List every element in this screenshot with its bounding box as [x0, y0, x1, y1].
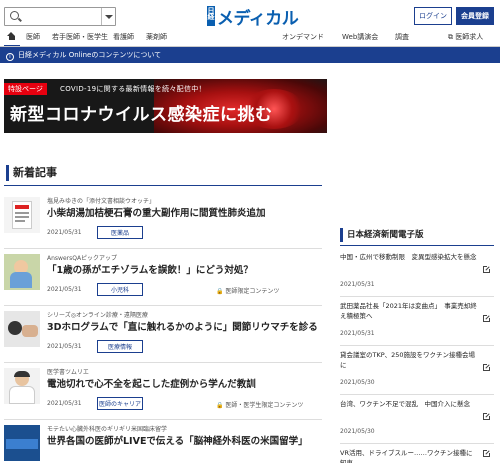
covid-banner[interactable]: 特設ページ COVID-19に関する最新情報を続々配信中！ 新型コロナウイルス感…: [4, 79, 327, 133]
news-title[interactable]: VR活用、ドライブスルー……ワクチン接種に知恵: [340, 448, 478, 463]
news-item[interactable]: 武田薬品社長「2021年は変曲点」 事業売却終え積極策へ 2021/05/31: [340, 301, 494, 347]
members-only-label: 医師・医学生限定コンテンツ: [225, 402, 304, 409]
external-link-icon: [483, 412, 491, 420]
article-thumbnail: [4, 254, 40, 290]
news-divider: [340, 345, 494, 346]
external-link-icon: [483, 363, 491, 371]
news-divider: [340, 443, 494, 444]
external-link-icon: [483, 449, 491, 457]
members-only-note: 🔒 医師限定コンテンツ: [216, 286, 279, 295]
sidebar-divider: [340, 245, 494, 246]
news-item[interactable]: 貸会議室のTKP、250施設をワクチン接種会場に 2021/05/30: [340, 350, 494, 396]
news-date: 2021/05/30: [340, 428, 375, 435]
news-date: 2021/05/31: [340, 330, 375, 337]
article-item[interactable]: モテたい心臓外科医のギリギリ米国臨床留学 世界各国の医師がLIVEで伝える「脳神…: [4, 420, 322, 463]
news-divider: [340, 394, 494, 395]
sidebar-title: 日本経済新聞電子版: [340, 228, 424, 242]
search-icon: [10, 11, 19, 20]
news-item[interactable]: 台湾、ワクチン不足で混乱 中国介入に懸念 2021/05/30: [340, 399, 494, 445]
article-item[interactable]: 医学書ツムリエ 電池切れで心不全を起こした症例から学んだ教訓 2021/05/3…: [4, 363, 322, 420]
banner-tag: 特設ページ: [4, 83, 47, 95]
article-title[interactable]: 小柴胡湯加桔梗石膏の重大副作用に間質性肺炎追加: [47, 205, 266, 219]
news-date: 2021/05/30: [340, 379, 375, 386]
home-icon[interactable]: [7, 32, 16, 41]
article-thumbnail: [4, 425, 40, 461]
notice-bar[interactable]: i 日経メディカル Onlineのコンテンツについて: [0, 47, 500, 63]
nav-item-doctor[interactable]: 医師: [26, 32, 40, 42]
article-thumbnail: [4, 311, 40, 347]
article-tag[interactable]: 医療情報: [97, 340, 143, 353]
article-category[interactable]: AnswersQAピックアップ: [47, 253, 117, 262]
article-tag[interactable]: 医師のキャリア: [97, 397, 143, 410]
article-date: 2021/05/31: [47, 229, 82, 236]
nav-item-nurse[interactable]: 看護師: [113, 32, 134, 42]
news-title[interactable]: 貸会議室のTKP、250施設をワクチン接種会場に: [340, 350, 478, 370]
external-link-icon: ⧉: [448, 33, 453, 41]
news-date: 2021/05/31: [340, 281, 375, 288]
lock-icon: 🔒: [216, 402, 224, 409]
nav-item-web-lecture[interactable]: Web講演会: [342, 32, 378, 42]
article-date: 2021/05/31: [47, 400, 82, 407]
nav-item-jobs-label: 医師求人: [455, 33, 484, 41]
members-only-note: 🔒 医師・医学生限定コンテンツ: [216, 400, 303, 409]
news-item[interactable]: VR活用、ドライブスルー……ワクチン接種に知恵: [340, 448, 494, 463]
article-item[interactable]: 塩見みゆきの「添付文書相談ウオッチ」 小柴胡湯加桔梗石膏の重大副作用に間質性肺炎…: [4, 192, 322, 249]
logo-name: メディカル: [217, 8, 299, 29]
main-nav: 医師 若手医師・医学生 看護師 薬剤師 オンデマンド Web講演会 調査 ⧉ 医…: [0, 30, 500, 44]
article-thumbnail: [4, 197, 40, 233]
nav-item-jobs[interactable]: ⧉ 医師求人: [448, 32, 483, 42]
nav-item-young-doctor[interactable]: 若手医師・医学生: [52, 32, 108, 42]
section-title: 新着記事: [6, 165, 57, 181]
members-only-label: 医師限定コンテンツ: [225, 288, 280, 295]
article-item[interactable]: AnswersQAピックアップ 「1歳の孫がエチゾラムを誤飲！」にどう対処？ 2…: [4, 249, 322, 306]
article-category[interactable]: シリーズ◎オンライン診療・遠隔医療: [47, 310, 148, 319]
banner-title: 新型コロナウイルス感染症に挑む: [10, 105, 273, 125]
article-title[interactable]: 3Dホログラムで「直に触れるかのように」関節リウマチを診る: [47, 319, 318, 333]
login-button[interactable]: ログイン: [414, 7, 452, 25]
chevron-down-icon[interactable]: [101, 8, 115, 25]
news-title[interactable]: 台湾、ワクチン不足で混乱 中国介入に懸念: [340, 399, 478, 409]
search-input[interactable]: [4, 7, 116, 26]
article-item[interactable]: シリーズ◎オンライン診療・遠隔医療 3Dホログラムで「直に触れるかのように」関節…: [4, 306, 322, 363]
article-category[interactable]: 医学書ツムリエ: [47, 367, 89, 376]
register-button[interactable]: 会員登録: [456, 7, 494, 25]
article-category[interactable]: 塩見みゆきの「添付文書相談ウオッチ」: [47, 196, 155, 205]
nav-item-pharmacist[interactable]: 薬剤師: [146, 32, 167, 42]
notice-text: 日経メディカル Onlineのコンテンツについて: [18, 51, 162, 59]
banner-subtitle: COVID-19に関する最新情報を続々配信中！: [60, 85, 206, 93]
article-title[interactable]: 電池切れで心不全を起こした症例から学んだ教訓: [47, 376, 256, 390]
info-icon: i: [6, 53, 14, 61]
article-tag[interactable]: 小児科: [97, 283, 143, 296]
article-category[interactable]: モテたい心臓外科医のギリギリ米国臨床留学: [47, 424, 167, 433]
logo-prefix: 日経: [207, 6, 215, 26]
news-divider: [340, 296, 494, 297]
nav-item-survey[interactable]: 調査: [395, 32, 409, 42]
section-divider: [4, 185, 322, 186]
site-logo[interactable]: 日経 メディカル: [207, 5, 299, 29]
article-date: 2021/05/31: [47, 343, 82, 350]
external-link-icon: [483, 265, 491, 273]
news-title[interactable]: 武田薬品社長「2021年は変曲点」 事業売却終え積極策へ: [340, 301, 478, 321]
news-title[interactable]: 中国・広州で移動制限 変異型感染拡大を懸念: [340, 252, 478, 262]
external-link-icon: [483, 314, 491, 322]
nav-item-on-demand[interactable]: オンデマンド: [282, 32, 324, 42]
news-item[interactable]: 中国・広州で移動制限 変異型感染拡大を懸念 2021/05/31: [340, 252, 494, 298]
article-date: 2021/05/31: [47, 286, 82, 293]
article-tag[interactable]: 医薬品: [97, 226, 143, 239]
article-thumbnail: [4, 368, 40, 404]
lock-icon: 🔒: [216, 288, 224, 295]
article-title[interactable]: 「1歳の孫がエチゾラムを誤飲！」にどう対処？: [47, 262, 253, 276]
article-title[interactable]: 世界各国の医師がLIVEで伝える「脳神経外科医の米国留学」: [47, 433, 308, 447]
